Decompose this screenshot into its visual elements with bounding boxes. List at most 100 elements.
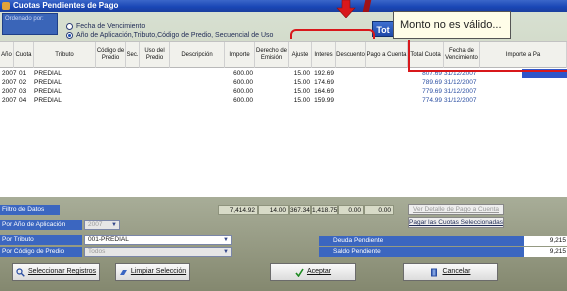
window-title: Cuotas Pendientes de Pago [13, 1, 119, 10]
cell-anio: 2007 [2, 70, 17, 77]
cell-interes: 159.99 [314, 97, 334, 104]
seleccionar-registros-button[interactable]: Seleccionar Registros [12, 263, 100, 281]
ver-detalle-button[interactable]: Ver Detalle de Pago a Cuenta [408, 204, 504, 215]
cell-ajuste: 15.00 [293, 79, 310, 86]
deuda-label: Deuda Pendiente [319, 236, 524, 246]
tributo-select-value: 001-PREDIAL [88, 236, 129, 243]
col-fecha-vencimiento[interactable]: Fecha de Vencimiento [444, 42, 480, 68]
grid-header: Año Cuota Tributo Código de Predio Sec. … [0, 42, 567, 68]
col-total-cuota[interactable]: Total Cuota [408, 42, 444, 68]
red-line-annotation [408, 70, 567, 72]
col-sec[interactable]: Sec. [126, 42, 140, 68]
col-derecho-emision[interactable]: Derecho de Emisión [255, 42, 289, 68]
filter-tributo-label: Por Tributo [0, 235, 82, 245]
col-importe[interactable]: Importe [225, 42, 255, 68]
sort-option-date-label: Fecha de Vencimiento [76, 23, 146, 30]
sort-option-year[interactable]: Año de Aplicación,Tributo,Código de Pred… [66, 31, 273, 40]
table-row[interactable]: 2007 02 PREDIAL 600.00 15.00 174.69 789.… [0, 78, 567, 87]
col-importe-pagar[interactable]: Importe a Pa [480, 42, 567, 68]
search-icon [16, 267, 25, 277]
cell-total: 789.69 [422, 79, 442, 86]
cell-ajuste: 15.00 [293, 88, 310, 95]
sort-panel-label: Ordenado por: [2, 13, 58, 35]
radio-date[interactable] [66, 23, 73, 30]
predio-select-value: Todos [88, 248, 106, 255]
table-row[interactable]: 2007 03 PREDIAL 600.00 15.00 164.69 779.… [0, 87, 567, 96]
total-descuento: 0.00 [338, 205, 364, 215]
installments-grid: Año Cuota Tributo Código de Predio Sec. … [0, 41, 567, 197]
cell-anio: 2007 [2, 97, 17, 104]
col-cuota[interactable]: Cuota [14, 42, 34, 68]
aceptar-button[interactable]: Aceptar [270, 263, 356, 281]
total-pago-cuenta: 0.00 [364, 205, 394, 215]
cell-ajuste: 15.00 [293, 97, 310, 104]
total-interes: 1,418.75 [311, 205, 338, 215]
validation-tooltip: Monto no es válido... [393, 11, 511, 39]
aceptar-label: Aceptar [306, 268, 332, 275]
sort-option-date[interactable]: Fecha de Vencimiento [66, 22, 145, 31]
cell-tributo: PREDIAL [34, 79, 62, 86]
col-descuento[interactable]: Descuento [336, 42, 366, 68]
sort-option-year-label: Año de Aplicación,Tributo,Código de Pred… [76, 32, 274, 39]
cell-importe: 600.00 [233, 88, 253, 95]
limpiar-seleccion-button[interactable]: Limpiar Selección [115, 263, 190, 281]
seleccionar-label: Seleccionar Registros [27, 268, 97, 275]
cell-importe: 600.00 [233, 79, 253, 86]
cell-cuota: 03 [19, 88, 27, 95]
app-icon [2, 2, 10, 10]
chevron-down-icon: ▼ [111, 222, 117, 228]
cell-interes: 174.69 [314, 79, 334, 86]
tributo-select[interactable]: 001-PREDIAL ▼ [84, 235, 232, 245]
total-derecho: 14.00 [258, 205, 289, 215]
col-descripcion[interactable]: Descripción [170, 42, 225, 68]
saldo-value: 9,215 [524, 247, 567, 257]
cell-vence: 31/12/2007 [444, 79, 477, 86]
checkmark-icon [295, 268, 304, 277]
cell-tributo: PREDIAL [34, 70, 62, 77]
total-importe: 7,414.92 [218, 205, 258, 215]
cell-vence: 31/12/2007 [444, 88, 477, 95]
chevron-down-icon: ▼ [223, 249, 229, 255]
col-anio[interactable]: Año [0, 42, 14, 68]
cancelar-label: Cancelar [442, 268, 471, 275]
limpiar-label: Limpiar Selección [130, 268, 187, 275]
red-arrow-annotation [336, 0, 356, 18]
col-tributo[interactable]: Tributo [34, 42, 96, 68]
cell-anio: 2007 [2, 79, 17, 86]
filter-predio-label: Por Código de Predio [0, 247, 82, 257]
col-uso-predio[interactable]: Uso del Predio [140, 42, 170, 68]
cell-ajuste: 15.00 [293, 70, 310, 77]
red-bracket-annotation [290, 29, 375, 39]
cell-importe: 600.00 [233, 97, 253, 104]
filter-title: Filtro de Datos [0, 205, 60, 215]
deuda-value: 9,215 [524, 236, 567, 246]
cell-total: 779.69 [422, 88, 442, 95]
door-icon [430, 268, 439, 277]
cell-vence: 31/12/2007 [444, 97, 477, 104]
filter-anio-label: Por Año de Aplicación [0, 220, 82, 230]
cell-anio: 2007 [2, 88, 17, 95]
cell-importe: 600.00 [233, 70, 253, 77]
anio-select[interactable]: 2007 ▼ [84, 220, 120, 230]
predio-select[interactable]: Todos ▼ [84, 247, 232, 257]
cell-interes: 164.69 [314, 88, 334, 95]
col-pago-cuenta[interactable]: Pago a Cuenta [366, 42, 408, 68]
anio-select-value: 2007 [88, 221, 103, 228]
cancelar-button[interactable]: Cancelar [403, 263, 498, 281]
red-line-annotation [408, 40, 410, 72]
cell-cuota: 04 [19, 97, 27, 104]
col-codigo-predio[interactable]: Código de Predio [96, 42, 126, 68]
eraser-icon [119, 268, 128, 277]
payment-window: Cuotas Pendientes de Pago Ordenado por: … [0, 0, 567, 291]
col-interes[interactable]: Interes [312, 42, 336, 68]
cell-interes: 192.69 [314, 70, 334, 77]
radio-year[interactable] [66, 32, 73, 39]
cell-cuota: 02 [19, 79, 27, 86]
cell-cuota: 01 [19, 70, 27, 77]
col-ajuste[interactable]: Ajuste [289, 42, 312, 68]
total-button[interactable]: Tot [372, 21, 394, 37]
cell-tributo: PREDIAL [34, 88, 62, 95]
pagar-seleccionadas-button[interactable]: Pagar las Cuotas Seleccionadas [408, 217, 504, 228]
table-row[interactable]: 2007 04 PREDIAL 600.00 15.00 159.99 774.… [0, 96, 567, 105]
cell-tributo: PREDIAL [34, 97, 62, 104]
